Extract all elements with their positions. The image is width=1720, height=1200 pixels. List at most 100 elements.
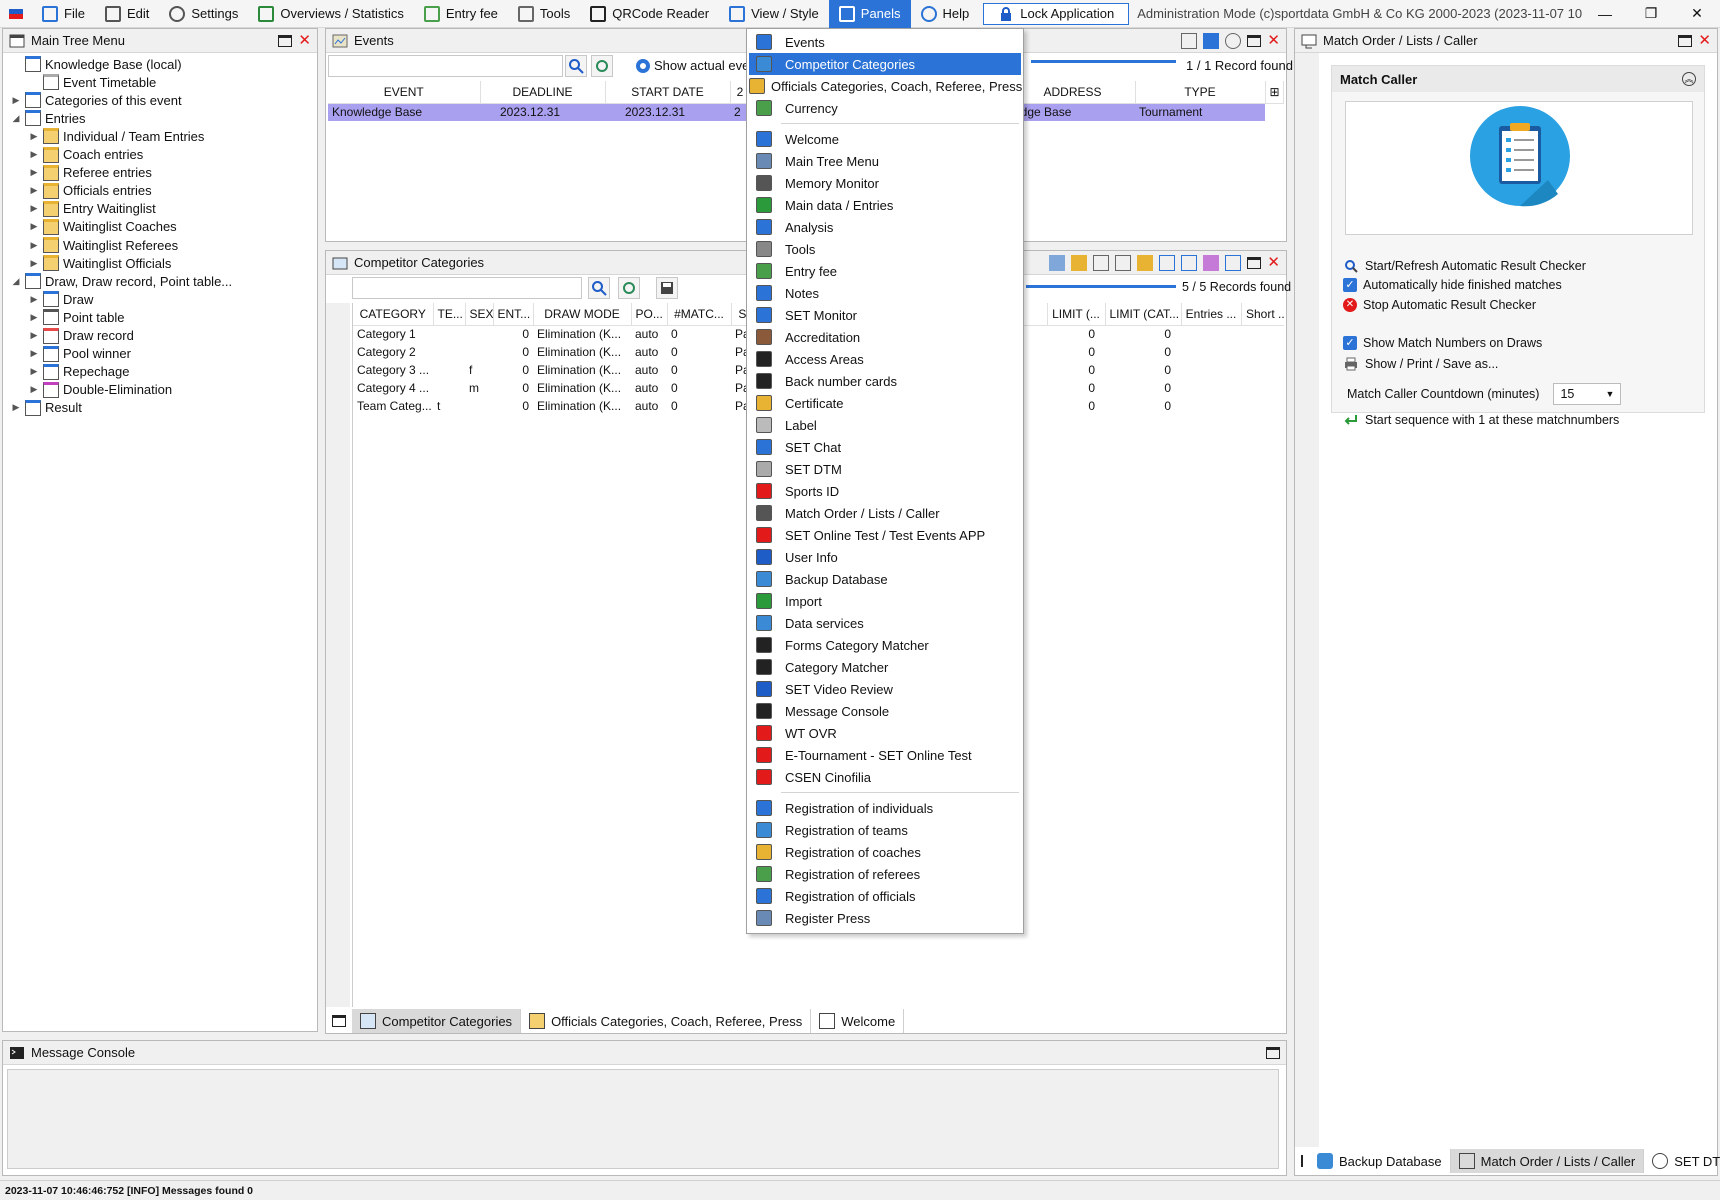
maximize-panel-button[interactable]: [332, 1015, 346, 1027]
tree-item[interactable]: ▶ Waitinglist Officials: [29, 254, 171, 272]
column-header[interactable]: PO...: [631, 303, 668, 326]
tree-item[interactable]: ▶ Double-Elimination: [29, 381, 172, 399]
collapsed-arrow-icon[interactable]: ▶: [29, 131, 39, 142]
column-header[interactable]: ENT...: [493, 303, 534, 326]
column-header[interactable]: TE...: [433, 303, 466, 326]
menu-item-user-info[interactable]: User Info: [749, 546, 1021, 568]
menu-item-access-areas[interactable]: Access Areas: [749, 348, 1021, 370]
menu-item-entry-fee[interactable]: Entry fee: [749, 260, 1021, 282]
tab-match-order[interactable]: Match Order / Lists / Caller: [1450, 1149, 1645, 1173]
menu-item-e-tournament-set-online-test[interactable]: E-Tournament - SET Online Test: [749, 744, 1021, 766]
collapsed-arrow-icon[interactable]: ▶: [29, 240, 39, 251]
close-panel-button[interactable]: ✕: [1267, 33, 1280, 48]
start-refresh-checker-button[interactable]: Start/Refresh Automatic Result Checker: [1343, 258, 1586, 274]
collapsed-arrow-icon[interactable]: ▶: [29, 330, 39, 341]
menu-item-set-dtm[interactable]: SET DTM: [749, 458, 1021, 480]
tree-item[interactable]: ▶ Repechage: [29, 363, 130, 381]
categories-search-input[interactable]: [352, 277, 582, 299]
tree-item[interactable]: ▶ Referee entries: [29, 164, 152, 182]
refresh-button[interactable]: [618, 277, 640, 299]
report-icon[interactable]: [1181, 254, 1198, 271]
menu-tools[interactable]: Tools: [508, 0, 580, 28]
menu-item-wt-ovr[interactable]: WT OVR: [749, 722, 1021, 744]
open-folder-icon[interactable]: [1049, 254, 1066, 271]
show-match-numbers-checkbox[interactable]: ✓ Show Match Numbers on Draws: [1343, 336, 1542, 350]
minimize-button[interactable]: —: [1582, 0, 1628, 28]
collapsed-arrow-icon[interactable]: ▶: [11, 402, 21, 413]
menu-panels[interactable]: Panels: [828, 0, 911, 28]
tree-item[interactable]: Event Timetable: [29, 73, 156, 91]
menu-item-set-chat[interactable]: SET Chat: [749, 436, 1021, 458]
tab-welcome[interactable]: Welcome: [811, 1009, 905, 1033]
menu-item-registration-of-teams[interactable]: Registration of teams: [749, 819, 1021, 841]
column-header[interactable]: LIMIT (...: [1047, 303, 1106, 326]
menu-item-back-number-cards[interactable]: Back number cards: [749, 370, 1021, 392]
collapsed-arrow-icon[interactable]: ▶: [29, 185, 39, 196]
menu-item-events[interactable]: Events: [749, 31, 1021, 53]
maximize-panel-button[interactable]: [278, 34, 293, 47]
column-header[interactable]: CATEGORY: [353, 303, 434, 326]
column-header[interactable]: Short ...: [1241, 303, 1284, 326]
app-logo[interactable]: [0, 0, 32, 28]
column-header[interactable]: EVENT: [328, 81, 481, 104]
tree-item[interactable]: ▶ Waitinglist Coaches: [29, 218, 177, 236]
menu-item-set-monitor[interactable]: SET Monitor: [749, 304, 1021, 326]
column-header[interactable]: #MATC...: [667, 303, 732, 326]
tree-item[interactable]: ▶ Result: [11, 399, 82, 417]
menu-item-tools[interactable]: Tools: [749, 238, 1021, 260]
lock-application-button[interactable]: Lock Application: [983, 2, 1130, 25]
menu-item-backup-database[interactable]: Backup Database: [749, 568, 1021, 590]
edit-event-icon[interactable]: [1181, 32, 1198, 49]
show-print-save-button[interactable]: Show / Print / Save as...: [1343, 356, 1498, 372]
search-button[interactable]: [588, 277, 610, 299]
menu-item-analysis[interactable]: Analysis: [749, 216, 1021, 238]
menu-item-competitor-categories[interactable]: Competitor Categories: [749, 53, 1021, 75]
tree-item[interactable]: ▶ Waitinglist Referees: [29, 236, 178, 254]
collapsed-arrow-icon[interactable]: ▶: [29, 167, 39, 178]
auto-hide-finished-checkbox[interactable]: ✓ Automatically hide finished matches: [1343, 278, 1562, 292]
menu-view-style[interactable]: View / Style: [719, 0, 829, 28]
search-button[interactable]: [565, 55, 587, 77]
tab-backup-database[interactable]: Backup Database: [1309, 1149, 1451, 1173]
tree-item[interactable]: ▶ Draw record: [29, 327, 134, 345]
tree-item[interactable]: ◢ Entries: [11, 109, 85, 127]
countdown-select[interactable]: 15 ▼: [1553, 383, 1622, 405]
menu-item-registration-of-officials[interactable]: Registration of officials: [749, 885, 1021, 907]
folder-icon[interactable]: [1203, 32, 1220, 49]
menu-item-memory-monitor[interactable]: Memory Monitor: [749, 172, 1021, 194]
column-header[interactable]: SEX: [465, 303, 494, 326]
tree-item[interactable]: ◢ Draw, Draw record, Point table...: [11, 272, 232, 290]
menu-settings[interactable]: Settings: [159, 0, 248, 28]
maximize-button[interactable]: ❐: [1628, 0, 1674, 28]
menu-item-main-tree-menu[interactable]: Main Tree Menu: [749, 150, 1021, 172]
menu-item-officials-categories-coach-referee-press[interactable]: Officials Categories, Coach, Referee, Pr…: [749, 75, 1022, 97]
collapsed-arrow-icon[interactable]: ▶: [11, 95, 21, 106]
column-header[interactable]: DEADLINE: [480, 81, 606, 104]
menu-item-registration-of-individuals[interactable]: Registration of individuals: [749, 797, 1021, 819]
close-panel-button[interactable]: ✕: [298, 33, 311, 48]
collapsed-arrow-icon[interactable]: ▶: [29, 258, 39, 269]
maximize-panel-button[interactable]: [1266, 1046, 1280, 1059]
menu-item-set-online-test-test-events-app[interactable]: SET Online Test / Test Events APP: [749, 524, 1021, 546]
collapse-icon[interactable]: ︽: [1682, 72, 1696, 86]
collapsed-arrow-icon[interactable]: ▶: [29, 294, 39, 305]
menu-item-match-order-lists-caller[interactable]: Match Order / Lists / Caller: [749, 502, 1021, 524]
menu-item-certificate[interactable]: Certificate: [749, 392, 1021, 414]
split-icon[interactable]: [1159, 254, 1176, 271]
menu-item-accreditation[interactable]: Accreditation: [749, 326, 1021, 348]
tree-item[interactable]: ▶ Pool winner: [29, 345, 131, 363]
collapsed-arrow-icon[interactable]: ▶: [29, 149, 39, 160]
menu-item-forms-category-matcher[interactable]: Forms Category Matcher: [749, 634, 1021, 656]
collapsed-arrow-icon[interactable]: ▶: [29, 312, 39, 323]
clipboard-icon[interactable]: [1071, 254, 1088, 271]
list-icon[interactable]: [1093, 254, 1110, 271]
maximize-panel-button[interactable]: [1678, 34, 1693, 47]
tree-item[interactable]: ▶ Categories of this event: [11, 91, 182, 109]
menu-item-registration-of-referees[interactable]: Registration of referees: [749, 863, 1021, 885]
menu-item-set-video-review[interactable]: SET Video Review: [749, 678, 1021, 700]
tree-item[interactable]: ▶ Officials entries: [29, 182, 152, 200]
menu-item-import[interactable]: Import: [749, 590, 1021, 612]
maximize-panel-button[interactable]: [1247, 34, 1262, 47]
column-header[interactable]: START DATE: [605, 81, 731, 104]
expanded-arrow-icon[interactable]: ◢: [11, 276, 21, 287]
